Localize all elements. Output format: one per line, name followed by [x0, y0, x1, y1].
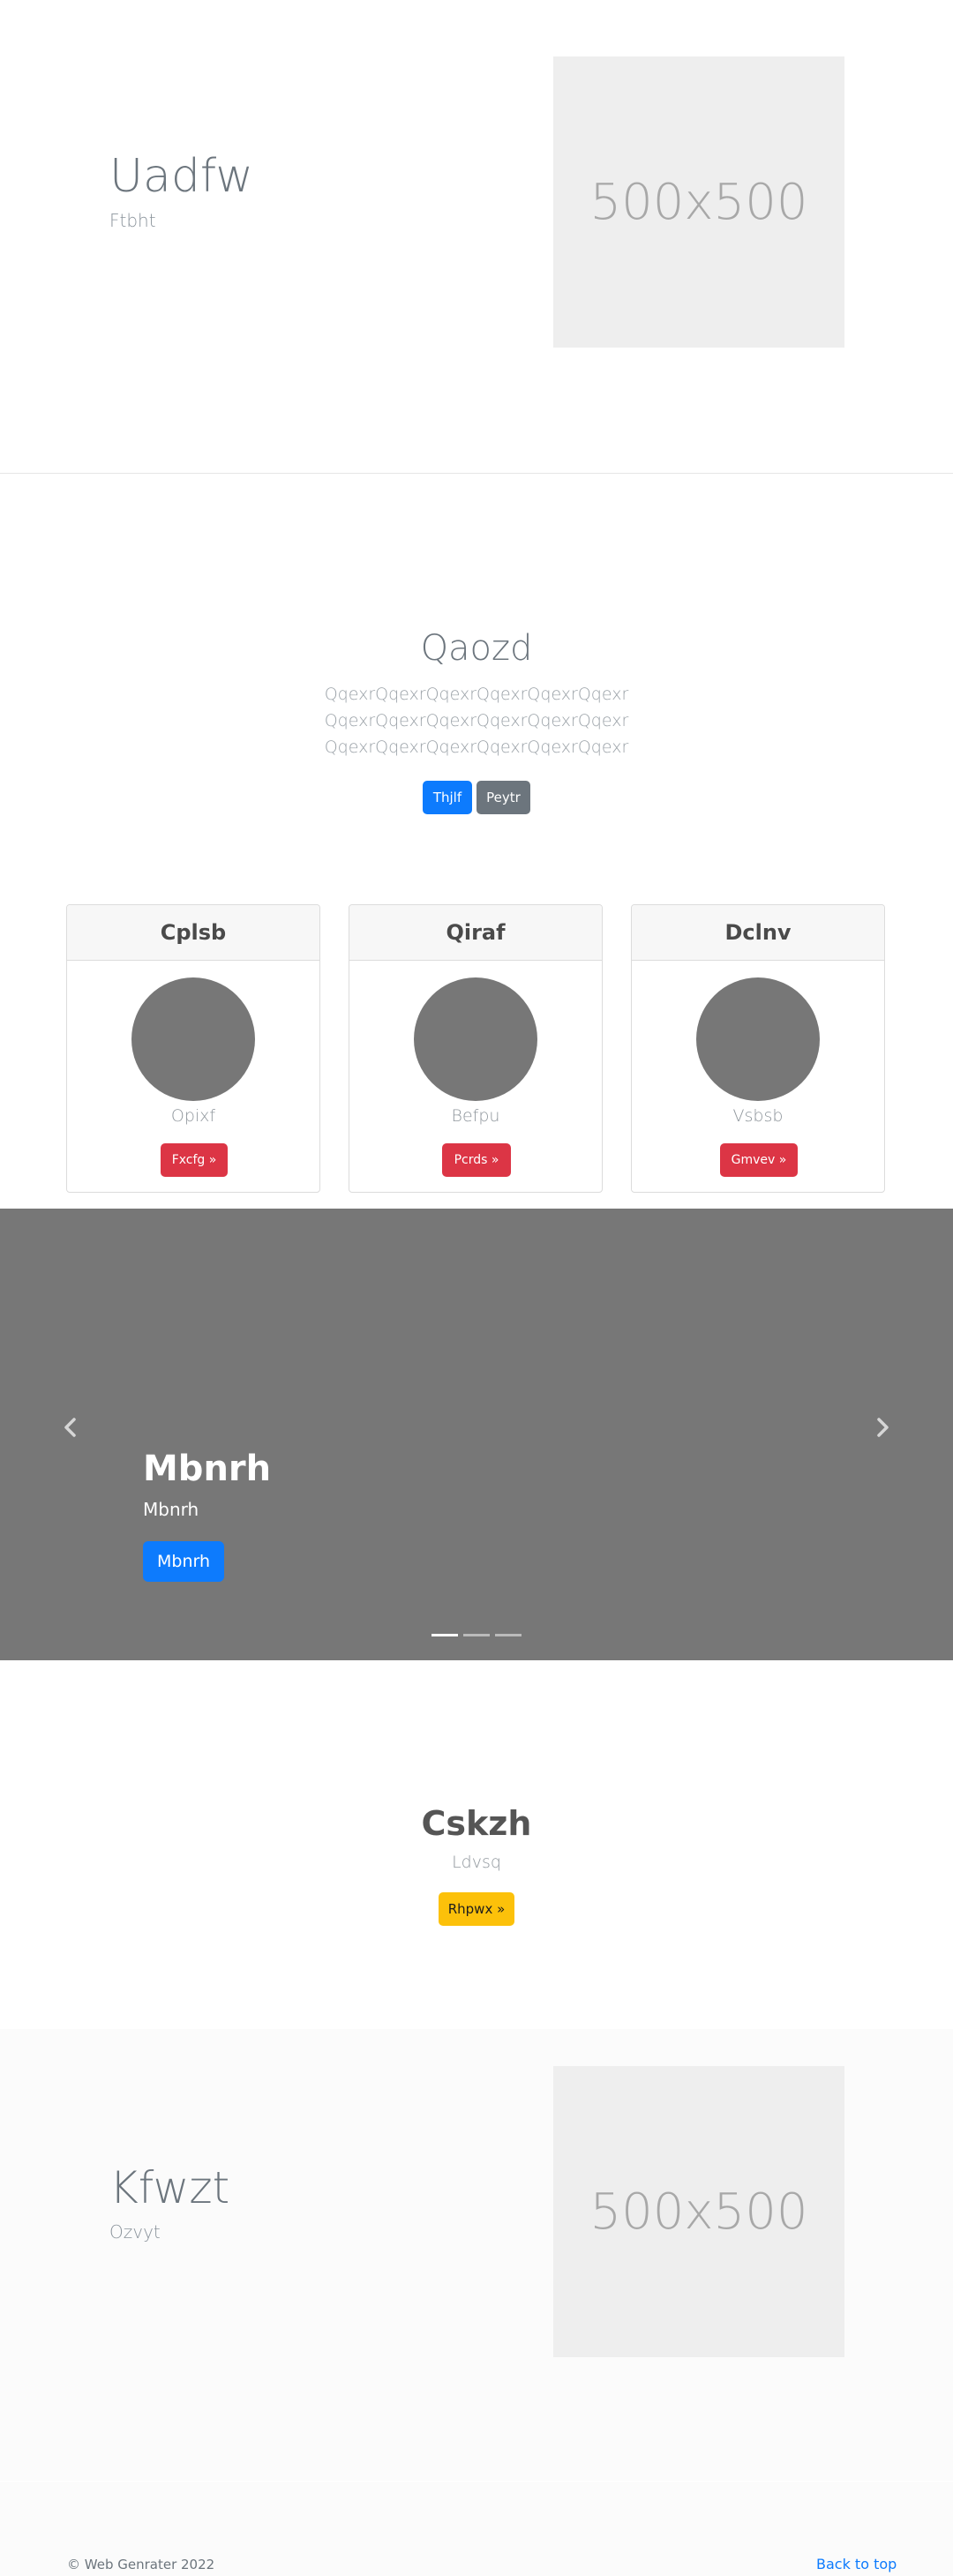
back-to-top-link[interactable]: Back to top: [816, 2556, 897, 2573]
carousel-title: Mbnrh: [143, 1449, 272, 1489]
carousel-next-button[interactable]: [865, 1410, 900, 1445]
chevron-right-icon: [877, 1418, 889, 1437]
intro-text-line: QqexrQqexrQqexrQqexrQqexrQqexr: [324, 738, 629, 757]
section-subtitle: Ldvsq: [452, 1853, 501, 1872]
intro-text-line: QqexrQqexrQqexrQqexrQqexrQqexr: [324, 711, 629, 730]
card-cplsb: Cplsb Opixf Fxcfg »: [66, 904, 320, 1193]
hero-image-label: 500x500: [589, 173, 808, 231]
hero2-title: Kfwzt: [109, 2162, 230, 2213]
carousel: Mbnrh Mbnrh Mbnrh: [0, 1209, 953, 1660]
card-button[interactable]: Gmvev »: [720, 1143, 798, 1177]
carousel-indicator[interactable]: [463, 1634, 490, 1636]
avatar: [696, 977, 820, 1101]
carousel-prev-button[interactable]: [53, 1410, 88, 1445]
carousel-indicator[interactable]: [495, 1634, 522, 1636]
hero-subtitle: Ftbht: [109, 210, 156, 231]
hero-title: Uadfw: [109, 150, 253, 203]
card-text: Befpu: [451, 1106, 500, 1126]
card-header: Dclnv: [632, 905, 884, 961]
section-button[interactable]: Rhpwx »: [439, 1892, 514, 1926]
intro-title: Qaozd: [420, 628, 533, 669]
footer-copyright: © Web Genrater 2022: [67, 2557, 215, 2572]
carousel-button[interactable]: Mbnrh: [143, 1541, 224, 1582]
chevron-left-icon: [64, 1418, 76, 1437]
carousel-indicator[interactable]: [431, 1634, 458, 1636]
avatar: [131, 977, 255, 1101]
card-dclnv: Dclnv Vsbsb Gmvev »: [631, 904, 885, 1193]
card-qiraf: Qiraf Befpu Pcrds »: [349, 904, 603, 1193]
carousel-subtitle: Mbnrh: [143, 1499, 199, 1520]
section-divider: [0, 473, 953, 474]
hero2-subtitle: Ozvyt: [109, 2221, 161, 2243]
avatar: [414, 977, 537, 1101]
hero2-image-placeholder: 500x500: [553, 2066, 844, 2357]
intro-text-line: QqexrQqexrQqexrQqexrQqexrQqexr: [324, 685, 629, 704]
card-button[interactable]: Fxcfg »: [161, 1143, 228, 1177]
card-text: Opixf: [170, 1106, 216, 1126]
hero2-image-label: 500x500: [589, 2183, 808, 2241]
hero-image-placeholder: 500x500: [553, 56, 844, 348]
section-title: Cskzh: [421, 1804, 532, 1843]
card-text: Vsbsb: [732, 1106, 784, 1126]
card-header: Cplsb: [67, 905, 319, 961]
intro-primary-button[interactable]: Thjlf: [423, 781, 472, 814]
intro-secondary-button[interactable]: Peytr: [476, 781, 530, 814]
card-button[interactable]: Pcrds »: [442, 1143, 511, 1177]
card-header: Qiraf: [349, 905, 602, 961]
